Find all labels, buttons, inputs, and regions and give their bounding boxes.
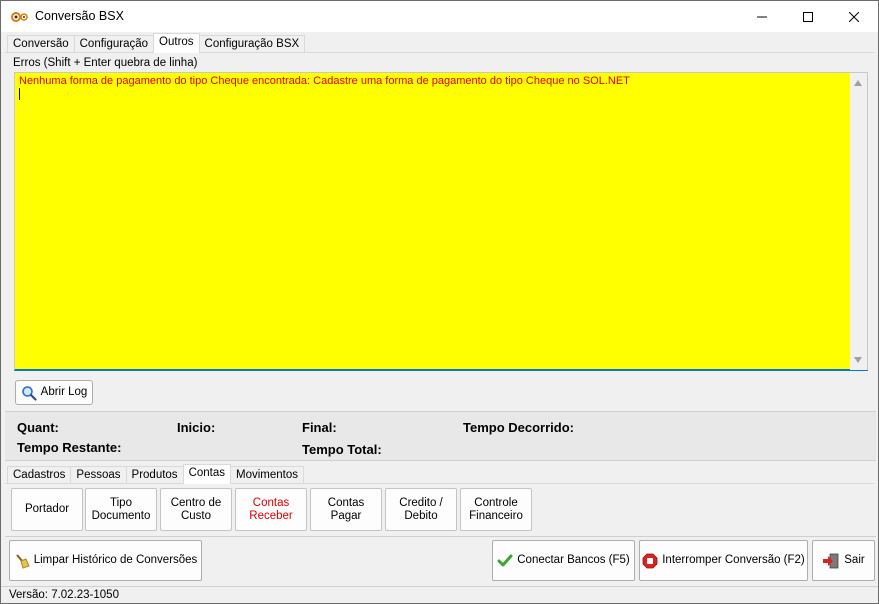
interrupt-conversion-label: Interromper Conversão (F2) <box>662 554 805 566</box>
clear-history-label: Limpar Histórico de Conversões <box>33 554 198 566</box>
tab-configuracao-bsx[interactable]: Configuração BSX <box>198 35 306 53</box>
centro-custo-label-2: Custo <box>180 509 212 522</box>
minimize-icon <box>757 16 767 17</box>
centro-custo-label-1: Centro de <box>170 496 222 509</box>
version-text: Versão: 7.02.23-1050 <box>9 589 119 601</box>
tab-movimentos[interactable]: Movimentos <box>230 466 304 484</box>
contas-receber-label-1: Contas <box>252 496 290 509</box>
tab-cadastros[interactable]: Cadastros <box>7 466 72 484</box>
conversion-tabs: Cadastros Pessoas Produtos Contas Movime… <box>7 464 304 484</box>
broom-icon <box>14 553 30 569</box>
tab-conversao[interactable]: Conversão <box>7 35 75 53</box>
connect-databases-button[interactable]: Conectar Bancos (F5) <box>492 540 635 581</box>
tipo-documento-button[interactable]: Tipo Documento <box>85 488 157 531</box>
close-button[interactable] <box>831 1 877 32</box>
text-caret <box>19 88 20 100</box>
exit-door-icon <box>822 553 840 569</box>
stat-tempo-decorrido: Tempo Decorrido: <box>463 420 574 435</box>
portador-button[interactable]: Portador <box>11 488 83 531</box>
stat-quant: Quant: <box>17 420 59 435</box>
errors-label: Erros (Shift + Enter quebra de linha) <box>13 57 198 69</box>
tipo-documento-label-1: Tipo <box>110 496 132 509</box>
minimize-button[interactable] <box>739 1 785 32</box>
stat-inicio: Inicio: <box>177 420 216 435</box>
open-log-button[interactable]: Abrir Log <box>15 380 93 405</box>
stat-tempo-total: Tempo Total: <box>302 442 382 457</box>
close-icon <box>849 11 859 22</box>
interrupt-conversion-button[interactable]: Interromper Conversão (F2) <box>639 540 808 581</box>
credito-debito-button[interactable]: Credito / Debito <box>385 488 457 531</box>
app-window: Conversão BSX Conversão Configuração Out… <box>0 0 879 604</box>
stop-hand-icon <box>642 553 658 569</box>
controle-financeiro-label-2: Financeiro <box>469 509 523 522</box>
tab-configuracao[interactable]: Configuração <box>73 35 155 53</box>
tab-outros[interactable]: Outros <box>153 33 200 53</box>
exit-button[interactable]: Sair <box>812 540 875 581</box>
controle-financeiro-button[interactable]: Controle Financeiro <box>460 488 532 531</box>
magnifier-icon <box>21 385 37 401</box>
scroll-down-icon[interactable] <box>854 357 862 363</box>
scroll-up-icon[interactable] <box>854 80 862 86</box>
maximize-button[interactable] <box>785 1 831 32</box>
contas-pagar-label-2: Pagar <box>330 509 362 522</box>
exit-label: Sair <box>844 554 865 566</box>
portador-label: Portador <box>24 503 70 515</box>
errors-textarea[interactable]: Nenhuma forma de pagamento do tipo Chequ… <box>14 72 868 371</box>
credito-debito-label-1: Credito / <box>399 496 443 509</box>
error-message: Nenhuma forma de pagamento do tipo Chequ… <box>19 75 630 87</box>
controle-financeiro-label-1: Controle <box>474 496 518 509</box>
stat-tempo-restante: Tempo Restante: <box>17 440 122 455</box>
conversion-stats: Quant: Inicio: Final: Tempo Decorrido: T… <box>5 411 876 461</box>
tipo-documento-label-2: Documento <box>91 509 151 522</box>
contas-pagar-button[interactable]: Contas Pagar <box>310 488 382 531</box>
connect-databases-label: Conectar Bancos (F5) <box>517 554 630 566</box>
contas-receber-label-2: Receber <box>249 509 293 522</box>
vertical-scrollbar[interactable] <box>850 73 867 370</box>
maximize-icon <box>803 11 813 22</box>
tabs-divider <box>5 52 874 53</box>
status-bar: Versão: 7.02.23-1050 <box>1 586 878 603</box>
main-tabs: Conversão Configuração Outros Configuraç… <box>7 33 306 53</box>
tab-contas[interactable]: Contas <box>182 464 231 484</box>
tab-produtos[interactable]: Produtos <box>125 466 184 484</box>
contas-receber-button[interactable]: Contas Receber <box>235 488 307 531</box>
window-title: Conversão BSX <box>35 9 124 23</box>
open-log-label: Abrir Log <box>40 386 88 398</box>
checkmark-icon <box>497 553 513 569</box>
title-bar: Conversão BSX <box>1 1 878 32</box>
contas-pagar-label-1: Contas <box>327 496 365 509</box>
app-logo-icon <box>11 9 29 25</box>
credito-debito-label-2: Debito <box>404 509 438 522</box>
clear-history-button[interactable]: Limpar Histórico de Conversões <box>9 540 202 581</box>
sub-tabs-divider <box>5 483 874 484</box>
centro-custo-button[interactable]: Centro de Custo <box>160 488 232 531</box>
tab-pessoas[interactable]: Pessoas <box>70 466 127 484</box>
stat-final: Final: <box>302 420 337 435</box>
